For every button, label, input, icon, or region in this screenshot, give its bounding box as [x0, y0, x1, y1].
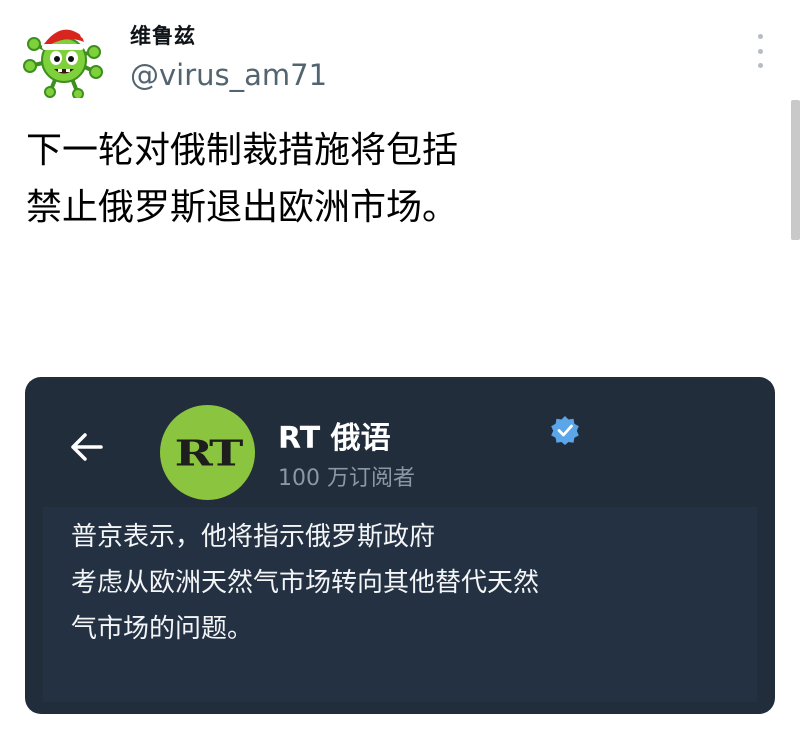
- arrow-left-icon: [71, 433, 103, 461]
- user-handle[interactable]: @virus_am71: [130, 58, 327, 92]
- rt-channel-logo: RT: [160, 405, 255, 500]
- more-options-button[interactable]: [748, 34, 772, 68]
- message-line: 考虑从欧洲天然气市场转向其他替代天然: [71, 568, 540, 598]
- tweet-text: 下一轮对俄制裁措施将包括 禁止俄罗斯退出欧洲市场。: [26, 122, 458, 236]
- tweet-text-line: 禁止俄罗斯退出欧洲市场。: [26, 187, 459, 228]
- tweet-avatar[interactable]: [22, 14, 106, 100]
- tweet-text-line: 下一轮对俄制裁措施将包括: [26, 130, 459, 171]
- display-name[interactable]: 维鲁兹: [130, 20, 196, 50]
- embed-header: RT RT 俄语 100 万订阅者: [25, 377, 775, 507]
- scrollbar-thumb[interactable]: [791, 100, 800, 240]
- subscriber-count: 100 万订阅者: [278, 466, 415, 491]
- virus-avatar-icon: [23, 29, 103, 100]
- embedded-screenshot-card[interactable]: RT RT 俄语 100 万订阅者 普京表示，他将指示俄罗斯政府 考虑从欧洲天然…: [25, 377, 775, 714]
- embed-message: 普京表示，他将指示俄罗斯政府 考虑从欧洲天然气市场转向其他替代天然 气市场的问题…: [71, 514, 539, 652]
- rt-logo-text: RT: [174, 431, 244, 474]
- message-line: 普京表示，他将指示俄罗斯政府: [71, 522, 436, 552]
- message-line: 气市场的问题。: [71, 614, 254, 644]
- channel-name: RT 俄语: [278, 421, 391, 456]
- more-vertical-icon: [757, 34, 763, 39]
- verified-badge-icon: [551, 416, 579, 445]
